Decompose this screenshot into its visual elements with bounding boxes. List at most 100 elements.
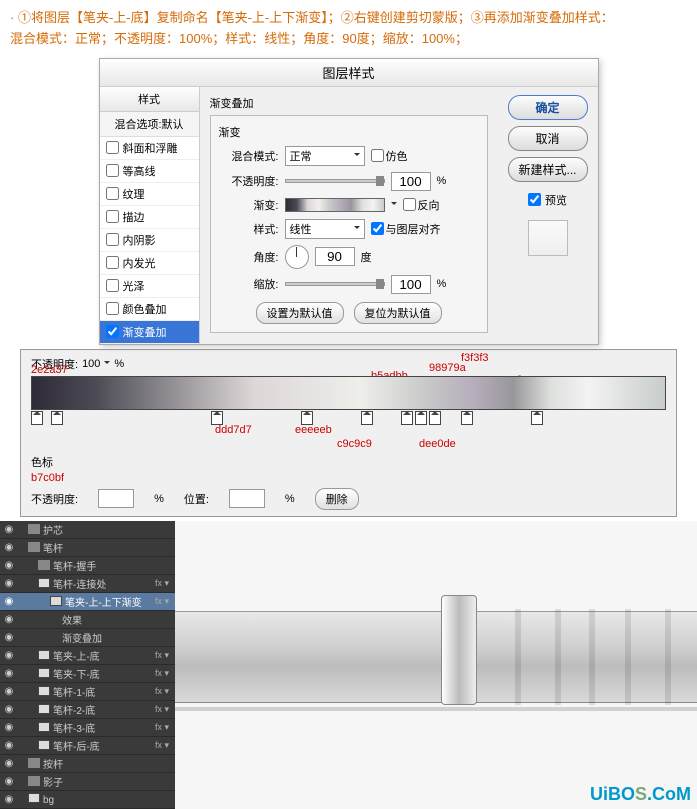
layer-row[interactable]: ◉笔杆-2-底fx ▾ <box>0 701 175 719</box>
layer-row[interactable]: ◉影子 <box>0 773 175 791</box>
chevron-down-icon[interactable] <box>391 202 397 208</box>
style-item-contour[interactable]: 等高线 <box>100 160 199 183</box>
stop-opacity-input[interactable] <box>98 489 134 508</box>
visibility-eye-icon[interactable]: ◉ <box>2 758 16 769</box>
style-item-stroke[interactable]: 描边 <box>100 206 199 229</box>
fx-indicator[interactable]: fx ▾ <box>155 704 173 715</box>
preview-checkbox[interactable] <box>528 193 541 206</box>
set-default-button[interactable]: 设置为默认值 <box>256 302 344 324</box>
angle-input[interactable] <box>315 247 355 266</box>
align-checkbox[interactable] <box>371 222 384 235</box>
bevel-checkbox[interactable] <box>106 141 119 154</box>
fx-indicator[interactable]: fx ▾ <box>155 686 173 697</box>
fx-indicator[interactable]: fx ▾ <box>155 668 173 679</box>
layer-label: 笔杆-连接处 <box>16 576 155 591</box>
color-stop[interactable] <box>361 411 373 425</box>
ok-button[interactable]: 确定 <box>508 95 588 120</box>
visibility-eye-icon[interactable]: ◉ <box>2 704 16 715</box>
style-select[interactable]: 线性 <box>285 219 365 239</box>
color-overlay-checkbox[interactable] <box>106 302 119 315</box>
layer-row[interactable]: ◉渐变叠加 <box>0 629 175 647</box>
fx-indicator[interactable]: fx ▾ <box>155 650 173 661</box>
dither-label: 仿色 <box>386 148 408 164</box>
percent-label: % <box>154 493 164 505</box>
visibility-eye-icon[interactable]: ◉ <box>2 578 16 589</box>
layer-row[interactable]: ◉笔杆 <box>0 539 175 557</box>
angle-dial[interactable] <box>285 245 309 269</box>
dither-checkbox[interactable] <box>371 149 384 162</box>
color-stop[interactable] <box>461 411 473 425</box>
style-item-color-overlay[interactable]: 颜色叠加 <box>100 298 199 321</box>
inner-shadow-checkbox[interactable] <box>106 233 119 246</box>
color-stop[interactable] <box>51 411 63 425</box>
contour-checkbox[interactable] <box>106 164 119 177</box>
scale-slider[interactable] <box>285 282 385 286</box>
visibility-eye-icon[interactable]: ◉ <box>2 542 16 553</box>
style-list-header[interactable]: 样式 <box>100 87 199 112</box>
stop-position-input[interactable] <box>229 489 265 508</box>
fx-indicator[interactable]: fx ▾ <box>155 596 173 607</box>
visibility-eye-icon[interactable]: ◉ <box>2 686 16 697</box>
layer-row[interactable]: ◉笔杆-后-底fx ▾ <box>0 737 175 755</box>
opacity-slider[interactable] <box>285 179 385 183</box>
stroke-checkbox[interactable] <box>106 210 119 223</box>
visibility-eye-icon[interactable]: ◉ <box>2 668 16 679</box>
layer-row[interactable]: ◉笔夹-下-底fx ▾ <box>0 665 175 683</box>
inner-glow-checkbox[interactable] <box>106 256 119 269</box>
layer-label: 笔夹-上-上下渐变 <box>16 594 155 609</box>
visibility-eye-icon[interactable]: ◉ <box>2 722 16 733</box>
color-stop[interactable] <box>31 411 43 425</box>
color-stop[interactable] <box>429 411 441 425</box>
cancel-button[interactable]: 取消 <box>508 126 588 151</box>
visibility-eye-icon[interactable]: ◉ <box>2 794 16 805</box>
delete-stop-button[interactable]: 删除 <box>315 488 359 510</box>
visibility-eye-icon[interactable]: ◉ <box>2 650 16 661</box>
color-stop[interactable] <box>301 411 313 425</box>
blend-options-item[interactable]: 混合选项:默认 <box>100 112 199 137</box>
layer-row[interactable]: ◉笔杆-连接处fx ▾ <box>0 575 175 593</box>
gradient-picker[interactable] <box>285 198 385 212</box>
chevron-down-icon[interactable] <box>104 361 110 367</box>
blend-mode-select[interactable]: 正常 <box>285 146 365 166</box>
style-item-satin[interactable]: 光泽 <box>100 275 199 298</box>
visibility-eye-icon[interactable]: ◉ <box>2 524 16 535</box>
style-item-inner-shadow[interactable]: 内阴影 <box>100 229 199 252</box>
layer-row[interactable]: ◉笔夹-上-底fx ▾ <box>0 647 175 665</box>
style-item-gradient-overlay[interactable]: 渐变叠加 <box>100 321 199 344</box>
layer-row[interactable]: ◉护芯 <box>0 521 175 539</box>
style-item-inner-glow[interactable]: 内发光 <box>100 252 199 275</box>
layer-row[interactable]: ◉笔杆-3-底fx ▾ <box>0 719 175 737</box>
opacity-field-label: 不透明度: <box>31 491 78 507</box>
style-label: 样式: <box>219 221 279 237</box>
fx-indicator[interactable]: fx ▾ <box>155 578 173 589</box>
gradient-overlay-checkbox[interactable] <box>106 325 119 338</box>
scale-input[interactable] <box>391 275 431 294</box>
satin-checkbox[interactable] <box>106 279 119 292</box>
layer-row[interactable]: ◉bg <box>0 791 175 809</box>
opacity-input[interactable] <box>391 172 431 191</box>
fx-indicator[interactable]: fx ▾ <box>155 722 173 733</box>
color-stop[interactable] <box>415 411 427 425</box>
reset-default-button[interactable]: 复位为默认值 <box>354 302 442 324</box>
reverse-checkbox[interactable] <box>403 198 416 211</box>
texture-checkbox[interactable] <box>106 187 119 200</box>
visibility-eye-icon[interactable]: ◉ <box>2 614 16 625</box>
color-stop[interactable] <box>401 411 413 425</box>
fx-indicator[interactable]: fx ▾ <box>155 740 173 751</box>
layer-row[interactable]: ◉笔杆-1-底fx ▾ <box>0 683 175 701</box>
color-stop[interactable] <box>531 411 543 425</box>
visibility-eye-icon[interactable]: ◉ <box>2 560 16 571</box>
layer-row[interactable]: ◉笔夹-上-上下渐变fx ▾ <box>0 593 175 611</box>
visibility-eye-icon[interactable]: ◉ <box>2 776 16 787</box>
layer-row[interactable]: ◉效果 <box>0 611 175 629</box>
style-item-texture[interactable]: 纹理 <box>100 183 199 206</box>
visibility-eye-icon[interactable]: ◉ <box>2 632 16 643</box>
style-item-bevel[interactable]: 斜面和浮雕 <box>100 137 199 160</box>
color-stop[interactable] <box>211 411 223 425</box>
visibility-eye-icon[interactable]: ◉ <box>2 596 16 607</box>
gradient-bar[interactable] <box>31 376 666 410</box>
new-style-button[interactable]: 新建样式... <box>508 157 588 182</box>
visibility-eye-icon[interactable]: ◉ <box>2 740 16 751</box>
layer-row[interactable]: ◉笔杆-握手 <box>0 557 175 575</box>
layer-row[interactable]: ◉按杆 <box>0 755 175 773</box>
